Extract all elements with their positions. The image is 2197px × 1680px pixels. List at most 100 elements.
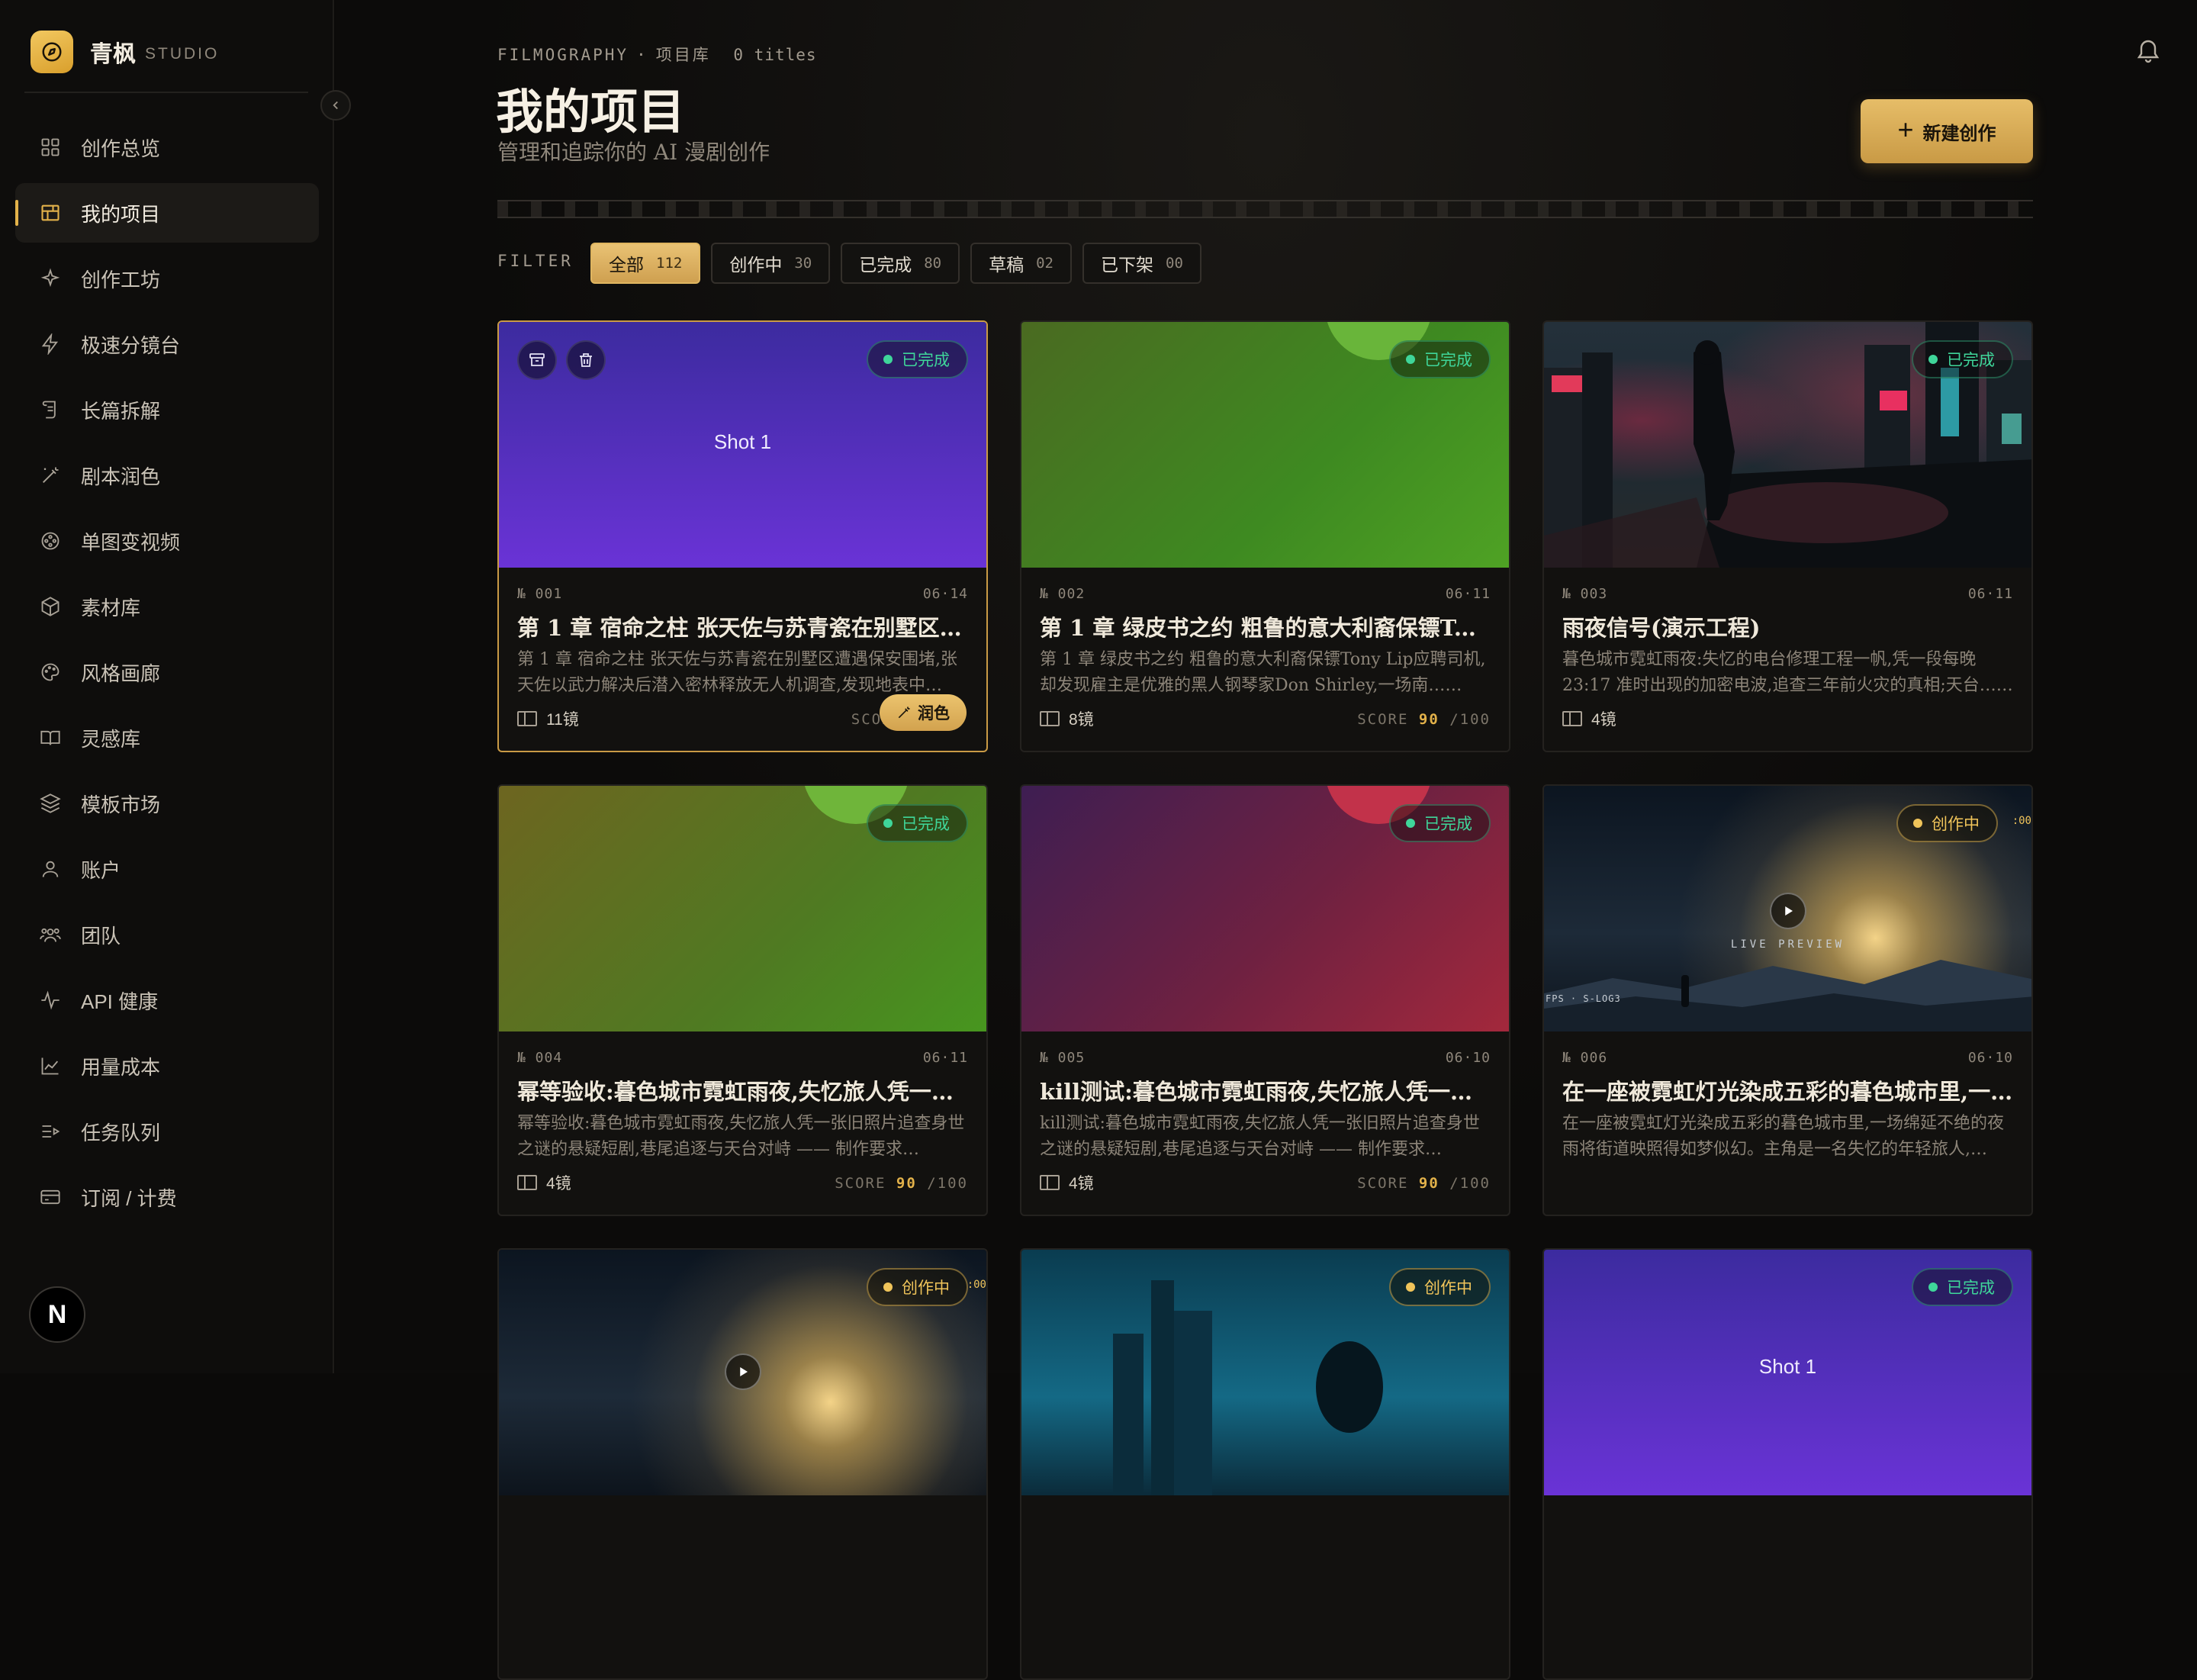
card-description: 第 1 章 宿命之柱 张天佐与苏青瓷在别墅区遭遇保安围堵,张天佐以武力解决后潜入… bbox=[517, 650, 957, 695]
new-creation-button[interactable]: + 新建创作 bbox=[1861, 99, 2033, 163]
sidebar-item-polish[interactable]: 剧本润色 bbox=[15, 446, 319, 505]
sidebar-item-label: 单图变视频 bbox=[81, 530, 181, 554]
project-card[interactable]: 已完成 № 002 06·11 第 1 章 绿皮书之约 粗鲁的意大利裔保镖Tony… bbox=[1020, 320, 1510, 752]
box-icon bbox=[37, 593, 64, 620]
card-title: 雨夜信号(演示工程) bbox=[1562, 615, 1761, 641]
card-thumbnail: 创作中 :00 bbox=[499, 1250, 986, 1495]
status-text: 创作中 bbox=[1424, 1279, 1472, 1297]
storyboard-icon bbox=[1562, 711, 1582, 726]
play-icon bbox=[739, 1367, 748, 1376]
sidebar-item-label: 模板市场 bbox=[81, 793, 161, 816]
project-card[interactable]: Shot 1 已完成 bbox=[1542, 1248, 2033, 1680]
chip-count: 112 bbox=[656, 255, 683, 272]
palette-icon bbox=[37, 658, 64, 686]
polish-button[interactable]: 润色 bbox=[880, 694, 967, 731]
card-date: 06·10 bbox=[1967, 1050, 2013, 1066]
project-card[interactable]: 创作中 bbox=[1020, 1248, 1510, 1680]
chevron-left-icon bbox=[333, 101, 338, 110]
sidebar-item-projects[interactable]: 我的项目 bbox=[15, 183, 319, 243]
delete-button[interactable] bbox=[566, 340, 606, 380]
status-dot bbox=[1913, 819, 1922, 828]
sidebar-item-label: 团队 bbox=[81, 924, 121, 948]
card-title: kill测试:暮色城市霓虹雨夜,失忆旅人凭一张旧照片 bbox=[1040, 1079, 1491, 1105]
score-label: SCORE bbox=[835, 1175, 886, 1192]
sidebar-item-workshop[interactable]: 创作工坊 bbox=[15, 249, 319, 308]
card-number: № 005 bbox=[1040, 1050, 1086, 1066]
card-meta: № 005 06·10 bbox=[1040, 1050, 1491, 1066]
sidebar-item-label: 风格画廊 bbox=[81, 661, 161, 685]
timecode: :00 bbox=[967, 1279, 986, 1291]
wand-icon bbox=[37, 462, 64, 489]
sidebar-item-label: 长篇拆解 bbox=[81, 399, 161, 423]
sparkle-icon bbox=[37, 265, 64, 292]
play-button[interactable] bbox=[1769, 893, 1806, 929]
sidebar-item-gallery[interactable]: 风格画廊 bbox=[15, 642, 319, 702]
filter-chip-archived[interactable]: 已下架 00 bbox=[1082, 243, 1201, 284]
plus-icon: + bbox=[1897, 114, 1914, 145]
sidebar-item-label: 灵感库 bbox=[81, 727, 141, 751]
sidebar-item-label: 任务队列 bbox=[81, 1121, 161, 1144]
score: SCORE 90 /100 bbox=[1357, 1175, 1491, 1192]
trash-icon bbox=[580, 353, 592, 367]
filter-chip-in-progress[interactable]: 创作中 30 bbox=[711, 243, 831, 284]
sidebar-item-account[interactable]: 账户 bbox=[15, 839, 319, 899]
status-text: 已完成 bbox=[902, 352, 950, 369]
card-thumbnail: 已完成 bbox=[1021, 322, 1509, 568]
card-meta: № 003 06·11 bbox=[1562, 586, 2013, 602]
sidebar-item-templates[interactable]: 模板市场 bbox=[15, 774, 319, 833]
shot-count: 8镜 bbox=[1040, 705, 1094, 732]
queue-icon bbox=[37, 1118, 64, 1145]
card-thumbnail: 已完成 bbox=[1544, 322, 2031, 568]
sidebar-item-team[interactable]: 团队 bbox=[15, 905, 319, 964]
status-dot bbox=[1928, 355, 1938, 364]
status-badge: 创作中 bbox=[867, 1268, 968, 1306]
play-button[interactable] bbox=[724, 1353, 761, 1390]
fps-label: FPS · S-LOG3 bbox=[1546, 993, 1621, 1004]
shot-count: 4镜 bbox=[1562, 705, 1616, 732]
score-label: SCORE bbox=[1357, 711, 1409, 728]
archive-button[interactable] bbox=[517, 340, 557, 380]
sidebar-item-billing[interactable]: 订阅 / 计费 bbox=[15, 1167, 319, 1227]
brand[interactable]: 青枫 STUDIO bbox=[31, 31, 219, 73]
sidebar-collapse-button[interactable] bbox=[320, 90, 351, 121]
bell-icon[interactable] bbox=[2134, 37, 2162, 64]
sidebar-item-label: 剧本润色 bbox=[81, 465, 161, 488]
sidebar-item-inspiration[interactable]: 灵感库 bbox=[15, 708, 319, 768]
card-date: 06·11 bbox=[1967, 586, 2013, 602]
sidebar-item-usage[interactable]: 用量成本 bbox=[15, 1036, 319, 1096]
filter-chip-draft[interactable]: 草稿 02 bbox=[970, 243, 1072, 284]
sidebar-item-api-health[interactable]: API 健康 bbox=[15, 970, 319, 1030]
shot-count-text: 11镜 bbox=[546, 711, 579, 729]
bolt-icon bbox=[37, 330, 64, 358]
status-dot bbox=[1406, 355, 1415, 364]
sidebar-item-longform[interactable]: 长篇拆解 bbox=[15, 380, 319, 439]
scroll-icon bbox=[37, 396, 64, 423]
filter-chip-all[interactable]: 全部 112 bbox=[590, 243, 701, 284]
filter-chip-completed[interactable]: 已完成 80 bbox=[841, 243, 960, 284]
card-thumbnail: Shot 1 已完成 bbox=[1544, 1250, 2031, 1495]
project-card[interactable]: LIVE PREVIEW FPS · S-LOG3 创作中 :00 № 006 0… bbox=[1542, 784, 2033, 1216]
avatar[interactable]: N bbox=[29, 1286, 85, 1343]
project-card[interactable]: 已完成 № 00406·11 幂等验收:暮色城市霓虹雨夜,失忆旅人凭一张旧照片 … bbox=[497, 784, 988, 1216]
sidebar-item-overview[interactable]: 创作总览 bbox=[15, 117, 319, 177]
sidebar-item-queue[interactable]: 任务队列 bbox=[15, 1102, 319, 1161]
chart-line-icon bbox=[37, 1052, 64, 1080]
status-text: 已完成 bbox=[1424, 352, 1472, 369]
project-card[interactable]: Shot 1 已完成 № 001 06·14 第 1 章 宿命之柱 张天佐与苏青瓷… bbox=[497, 320, 988, 752]
filmstrip-divider bbox=[497, 200, 2033, 218]
timecode: :00 bbox=[2012, 815, 2031, 827]
project-card[interactable]: 已完成 № 005 06·10 kill测试:暮色城市霓虹雨夜,失忆旅人凭一张旧照… bbox=[1020, 784, 1510, 1216]
score-value: 90 bbox=[1418, 711, 1439, 728]
status-text: 已完成 bbox=[1947, 1279, 1995, 1297]
status-badge: 创作中 bbox=[1896, 804, 1998, 842]
project-card[interactable]: 已完成 № 003 06·11 雨夜信号(演示工程) 暮色城市霓虹雨夜:失忆的电台… bbox=[1542, 320, 2033, 752]
sidebar-item-storyboard[interactable]: 极速分镜台 bbox=[15, 314, 319, 374]
eyebrow-count: 0 titles bbox=[733, 46, 817, 64]
status-text: 创作中 bbox=[902, 1279, 950, 1297]
sidebar-item-img2video[interactable]: 单图变视频 bbox=[15, 511, 319, 571]
project-card[interactable]: 创作中 :00 bbox=[497, 1248, 988, 1680]
score-label: SCORE bbox=[1357, 1175, 1409, 1192]
sidebar-item-label: 极速分镜台 bbox=[81, 333, 181, 357]
status-dot bbox=[883, 355, 893, 364]
sidebar-item-assets[interactable]: 素材库 bbox=[15, 577, 319, 636]
